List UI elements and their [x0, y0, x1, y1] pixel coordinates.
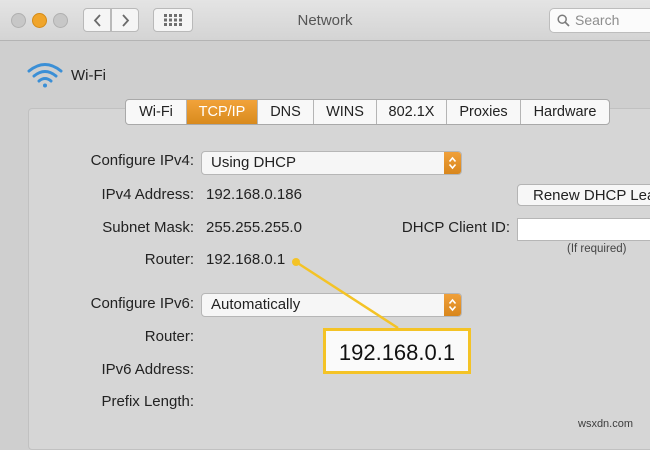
watermark: wsxdn.com — [578, 418, 634, 430]
callout-text: 192.168.0.1 — [338, 340, 456, 365]
router-callout: 192.168.0.1 — [323, 328, 471, 374]
